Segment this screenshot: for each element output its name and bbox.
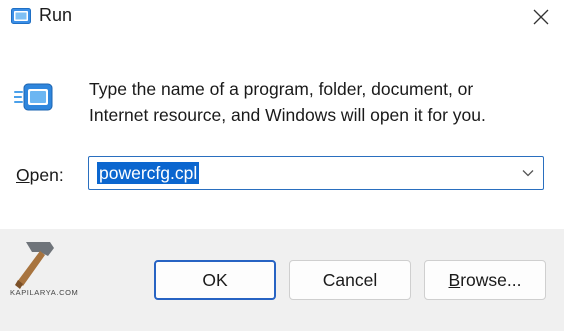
chevron-down-icon[interactable]	[521, 166, 535, 180]
open-combobox[interactable]: powercfg.cpl	[88, 156, 544, 190]
open-label-rest: pen:	[29, 165, 64, 185]
open-input-value[interactable]: powercfg.cpl	[97, 162, 200, 184]
browse-label-rest: rowse...	[460, 269, 522, 290]
watermark-text: KAPILARYA.COM	[10, 288, 79, 297]
title-bar[interactable]: Run	[0, 0, 564, 38]
close-icon	[533, 9, 549, 25]
close-button[interactable]	[518, 0, 564, 34]
cancel-button[interactable]: Cancel	[289, 260, 411, 300]
description-text: Type the name of a program, folder, docu…	[89, 79, 486, 125]
window-title: Run	[39, 5, 73, 25]
run-dialog: Run Type the name of a program, folder, …	[0, 0, 564, 331]
open-label: Open:	[16, 165, 64, 186]
ok-button[interactable]: OK	[154, 260, 276, 300]
hammer-logo-icon	[15, 242, 54, 289]
browse-button[interactable]: Browse...	[424, 260, 546, 300]
run-program-icon	[14, 83, 53, 111]
open-label-mnemonic: O	[16, 165, 30, 185]
browse-mnemonic: B	[448, 269, 461, 290]
run-icon	[11, 8, 31, 24]
